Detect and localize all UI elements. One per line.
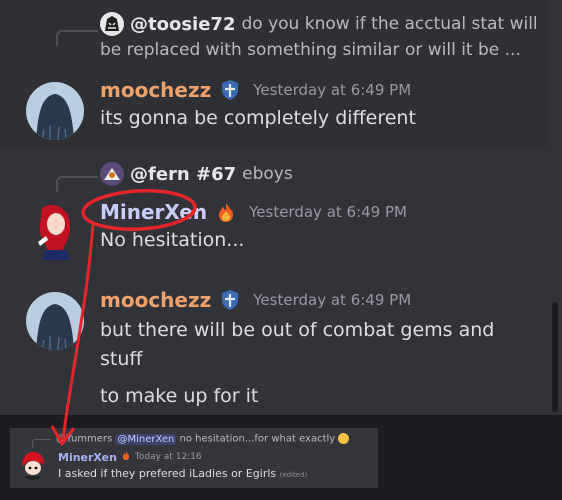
reply-username[interactable]: @fern #67 — [130, 164, 236, 185]
shield-icon[interactable] — [219, 289, 241, 311]
message-content: but there will be out of combat gems and… — [100, 316, 494, 374]
message-header: MinerXen Yesterday at 6:49 PM — [100, 200, 407, 224]
message-1[interactable]: @toosie72 do you know if the acctual sta… — [0, 0, 546, 150]
timestamp[interactable]: Yesterday at 6:49 PM — [249, 203, 407, 221]
message-header: moochezz Yesterday at 6:49 PM — [100, 288, 411, 312]
message-header: MinerXen Today at 12:16 — [58, 450, 202, 464]
reply-preview[interactable]: @Yummers @MinerXen no hesitation...for w… — [56, 433, 350, 445]
shield-icon[interactable] — [219, 79, 241, 101]
message-line: its gonna be completely different — [100, 107, 416, 129]
edited-label: (edited) — [279, 471, 308, 479]
confused-face-icon — [338, 433, 350, 444]
avatar[interactable] — [26, 292, 84, 350]
scrollbar[interactable] — [552, 302, 558, 412]
message-3[interactable]: moochezz Yesterday at 6:49 PM but there … — [0, 282, 546, 415]
fire-icon[interactable] — [121, 450, 131, 464]
message-line: stuff — [100, 348, 143, 370]
avatar[interactable] — [26, 82, 84, 140]
reply-username[interactable]: @Yummers — [56, 434, 112, 445]
avatar[interactable] — [28, 202, 86, 260]
timestamp[interactable]: Today at 12:16 — [135, 452, 202, 462]
reply-connector — [32, 439, 51, 448]
reply-preview[interactable]: @fern #67 eboys — [100, 162, 293, 186]
message-content: No hesitation... — [100, 226, 244, 255]
reply-avatar[interactable] — [100, 162, 124, 186]
reply-connector — [56, 30, 98, 46]
mention[interactable]: @MinerXen — [115, 433, 177, 445]
message-line: I asked if they prefered iLadies or Egir… — [58, 467, 277, 480]
message-line: No hesitation... — [100, 229, 245, 251]
message-header: moochezz Yesterday at 6:49 PM — [100, 78, 411, 102]
message-content: its gonna be completely different — [100, 104, 416, 133]
message-line: but there will be out of combat gems and — [100, 319, 495, 341]
reply-preview[interactable]: @toosie72 do you know if the acctual sta… — [100, 12, 538, 36]
chat-message-list[interactable]: @toosie72 do you know if the acctual sta… — [0, 0, 562, 415]
reply-text[interactable]: eboys — [242, 164, 293, 184]
username[interactable]: MinerXen — [100, 200, 207, 224]
username[interactable]: moochezz — [100, 78, 211, 102]
timestamp[interactable]: Yesterday at 6:49 PM — [253, 81, 411, 99]
message-content-followup: to make up for it — [100, 382, 258, 411]
reply-avatar[interactable] — [100, 12, 124, 36]
reply-username[interactable]: @toosie72 — [130, 14, 235, 35]
message-line: to make up for it — [100, 385, 259, 407]
reply-connector — [56, 176, 98, 192]
username[interactable]: MinerXen — [58, 451, 117, 464]
inset-message[interactable]: @Yummers @MinerXen no hesitation...for w… — [10, 428, 378, 488]
reply-text-continued[interactable]: be replaced with something similar or wi… — [100, 40, 521, 60]
username[interactable]: moochezz — [100, 288, 211, 312]
reply-text[interactable]: do you know if the acctual stat will — [241, 14, 537, 34]
avatar[interactable] — [18, 450, 48, 480]
reply-text[interactable]: no hesitation...for what exactly — [180, 434, 336, 445]
fire-icon[interactable] — [215, 201, 237, 223]
message-2[interactable]: @fern #67 eboys MinerXen Yesterday at 6:… — [0, 150, 546, 265]
message-content: I asked if they prefered iLadies or Egir… — [58, 467, 307, 480]
timestamp[interactable]: Yesterday at 6:49 PM — [253, 291, 411, 309]
